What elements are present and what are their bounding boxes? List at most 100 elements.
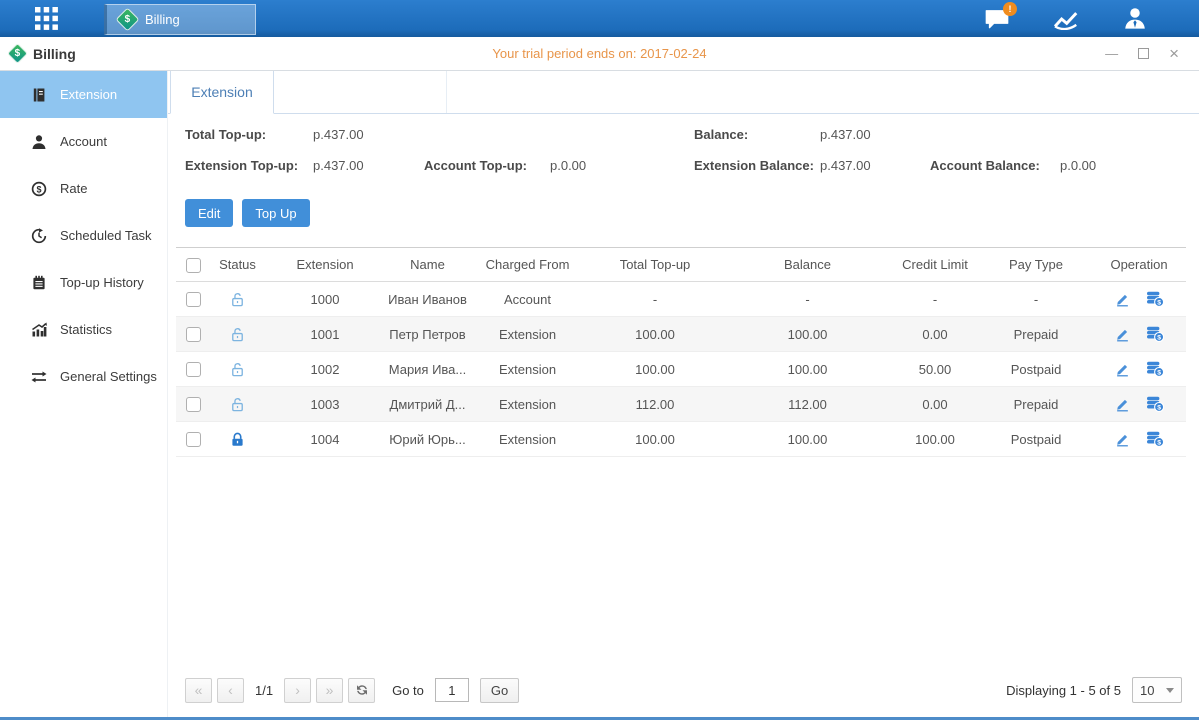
select-all-checkbox[interactable] [186, 258, 201, 273]
page-size-value: 10 [1140, 683, 1154, 698]
statistics-icon [31, 322, 47, 338]
col-extension: Extension [265, 248, 385, 282]
top-up-button[interactable]: Top Up [242, 199, 309, 227]
cell-charged-from: Extension [470, 387, 585, 422]
col-credit-limit: Credit Limit [890, 248, 980, 282]
chevron-down-icon [1166, 688, 1174, 693]
row-checkbox[interactable] [186, 292, 201, 307]
page-indicator: 1/1 [255, 683, 273, 698]
cell-name: Дмитрий Д... [385, 387, 470, 422]
close-icon[interactable]: × [1169, 45, 1179, 62]
cell-name: Иван Иванов [385, 282, 470, 317]
sidebar-item-general-settings[interactable]: General Settings [0, 353, 167, 400]
billing-app-icon: $ [115, 7, 139, 31]
svg-text:$: $ [1157, 405, 1161, 412]
cell-credit-limit: 0.00 [890, 317, 980, 352]
edit-row-icon[interactable] [1115, 431, 1130, 447]
cell-pay-type: Postpaid [980, 422, 1092, 457]
window-title-bar: $ Billing Your trial period ends on: 201… [0, 37, 1199, 71]
extensions-table: Status Extension Name Charged From Total… [176, 247, 1186, 457]
cell-balance: 100.00 [725, 317, 890, 352]
sidebar-item-label: Scheduled Task [60, 228, 152, 243]
first-page-button[interactable]: « [185, 678, 212, 703]
scheduled-task-icon [31, 228, 47, 244]
page-size-select[interactable]: 10 [1132, 677, 1182, 703]
sidebar-item-statistics[interactable]: Statistics [0, 306, 167, 353]
cell-total-topup: 100.00 [585, 422, 725, 457]
top-app-bar: $ Billing ! [0, 0, 1199, 37]
extension-topup-label: Extension Top-up: [185, 158, 313, 173]
cell-charged-from: Extension [470, 317, 585, 352]
account-topup-value: p.0.00 [550, 158, 694, 173]
sidebar-item-label: Extension [60, 87, 117, 102]
cell-extension: 1000 [265, 282, 385, 317]
svg-text:$: $ [1157, 440, 1161, 447]
topup-row-icon[interactable]: $ [1146, 431, 1164, 448]
extension-balance-value: p.437.00 [820, 158, 930, 173]
topup-row-icon[interactable]: $ [1146, 396, 1164, 413]
minimize-icon[interactable]: — [1105, 47, 1118, 60]
sidebar-item-label: General Settings [60, 369, 157, 384]
row-checkbox[interactable] [186, 327, 201, 342]
cell-total-topup: 112.00 [585, 387, 725, 422]
user-account-icon[interactable] [1123, 7, 1147, 30]
trial-message: Your trial period ends on: 2017-02-24 [220, 46, 979, 61]
next-page-button[interactable]: › [284, 678, 311, 703]
billing-app-tab[interactable]: $ Billing [104, 4, 256, 35]
topup-row-icon[interactable]: $ [1146, 291, 1164, 308]
row-checkbox[interactable] [186, 362, 201, 377]
table-header-row: Status Extension Name Charged From Total… [176, 248, 1186, 282]
total-topup-value: p.437.00 [313, 127, 424, 142]
cell-charged-from: Extension [470, 352, 585, 387]
last-page-button[interactable]: » [316, 678, 343, 703]
messages-icon[interactable]: ! [985, 8, 1009, 30]
unlocked-icon [229, 325, 246, 340]
cell-extension: 1003 [265, 387, 385, 422]
window-title: Billing [33, 46, 76, 62]
sidebar-item-label: Statistics [60, 322, 112, 337]
billing-window-icon: $ [7, 43, 28, 64]
edit-row-icon[interactable] [1115, 396, 1130, 412]
edit-row-icon[interactable] [1115, 361, 1130, 377]
cell-extension: 1002 [265, 352, 385, 387]
account-balance-value: p.0.00 [1060, 158, 1186, 173]
sidebar-item-scheduled-task[interactable]: Scheduled Task [0, 212, 167, 259]
balance-value: p.437.00 [820, 127, 930, 142]
go-button[interactable]: Go [480, 678, 519, 703]
row-checkbox[interactable] [186, 397, 201, 412]
unlocked-icon [229, 290, 246, 305]
col-operation: Operation [1092, 248, 1186, 282]
cell-name: Юрий Юрь... [385, 422, 470, 457]
sidebar-item-extension[interactable]: Extension [0, 71, 167, 118]
svg-text:$: $ [1157, 370, 1161, 377]
app-grid-icon[interactable] [35, 6, 61, 32]
billing-app-tab-label: Billing [145, 12, 180, 27]
topup-row-icon[interactable]: $ [1146, 361, 1164, 378]
tab-extension[interactable]: Extension [170, 71, 274, 114]
sidebar-item-rate[interactable]: $ Rate [0, 165, 167, 212]
svg-text:$: $ [1157, 300, 1161, 307]
sidebar-item-account[interactable]: Account [0, 118, 167, 165]
maximize-icon[interactable] [1138, 48, 1149, 59]
cell-pay-type: - [980, 282, 1092, 317]
row-checkbox[interactable] [186, 432, 201, 447]
cell-total-topup: 100.00 [585, 352, 725, 387]
topup-row-icon[interactable]: $ [1146, 326, 1164, 343]
edit-row-icon[interactable] [1115, 326, 1130, 342]
refresh-button[interactable] [348, 678, 375, 703]
col-balance: Balance [725, 248, 890, 282]
edit-row-icon[interactable] [1115, 291, 1130, 307]
cell-total-topup: 100.00 [585, 317, 725, 352]
cell-pay-type: Prepaid [980, 387, 1092, 422]
edit-button[interactable]: Edit [185, 199, 233, 227]
prev-page-button[interactable]: ‹ [217, 678, 244, 703]
reports-chart-icon[interactable] [1053, 8, 1079, 30]
sidebar-item-topup-history[interactable]: Top-up History [0, 259, 167, 306]
balance-label: Balance: [694, 127, 820, 142]
cell-name: Петр Петров [385, 317, 470, 352]
svg-text:$: $ [1157, 335, 1161, 342]
goto-page-input[interactable] [435, 678, 469, 702]
pagination-bar: « ‹ 1/1 › » Go to Go Displaying 1 - 5 of… [185, 677, 1182, 703]
cell-total-topup: - [585, 282, 725, 317]
extension-balance-label: Extension Balance: [694, 158, 820, 173]
